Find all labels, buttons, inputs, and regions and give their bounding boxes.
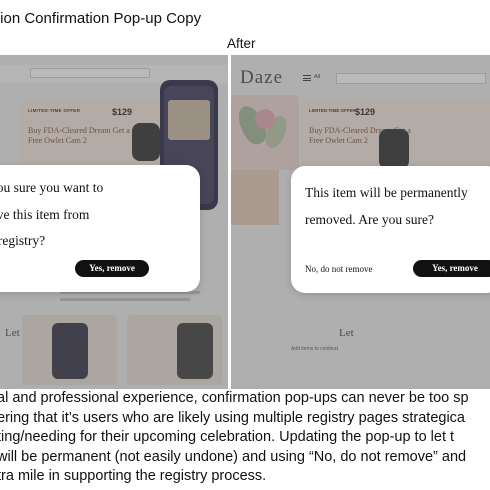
description-line: al and professional experience, confirma…	[0, 390, 469, 406]
description-line: ering that it’s users who are likely usi…	[0, 409, 465, 426]
modal-message-line: ove this item from	[0, 206, 90, 222]
yes-remove-button[interactable]: Yes, remove	[413, 260, 490, 277]
page-title: tion Confirmation Pop-up Copy	[0, 10, 202, 27]
description-line: will be permanent (not easily undone) an…	[0, 448, 467, 465]
confirm-remove-modal: This item will be permanently removed. A…	[291, 166, 490, 293]
after-label: After	[227, 36, 256, 51]
modal-message-line: r registry?	[0, 233, 46, 248]
yes-remove-button[interactable]: Yes, remove	[75, 260, 149, 277]
modal-message: This item will be permanently removed. A…	[305, 179, 490, 233]
description-line: tra mile in supporting the registry proc…	[0, 468, 267, 484]
description-line: ting/needing for their upcoming celebrat…	[0, 429, 455, 445]
modal-message-line: removed. Are you sure?	[305, 212, 434, 227]
before-screenshot: LIMITED-TIME OFFER Buy FDA-Cleared Dream…	[0, 55, 228, 389]
modal-message-line: This item will be permanently	[305, 185, 468, 200]
no-do-not-remove-button[interactable]: No, do not remove	[305, 264, 373, 274]
description-text: al and professional experience, confirma…	[0, 389, 490, 487]
modal-message-line: you sure you want to	[0, 180, 104, 195]
after-screenshot: Daze All LIMITED-TIME OFFER Buy FDA-Clea…	[231, 55, 490, 389]
confirm-remove-modal: you sure you want to ove this item from …	[0, 165, 200, 292]
modal-message: you sure you want to ove this item from …	[0, 175, 190, 255]
